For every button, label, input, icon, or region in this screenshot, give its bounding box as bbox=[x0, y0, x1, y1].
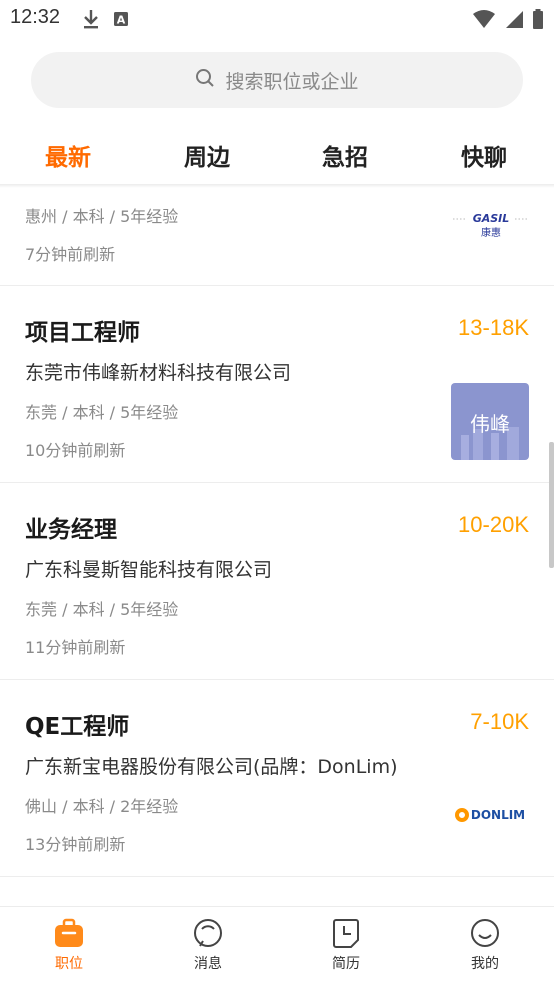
system-icons bbox=[472, 8, 544, 34]
company-logo-weifeng: 伟峰 bbox=[451, 383, 529, 460]
job-salary: 10-20K bbox=[458, 512, 529, 537]
tab-latest[interactable]: 最新 bbox=[45, 138, 91, 172]
nav-label: 职位 bbox=[55, 956, 83, 972]
job-requirements: 东莞 / 本科 / 5年经验 bbox=[25, 600, 179, 619]
nav-messages[interactable]: 消息 bbox=[168, 917, 248, 973]
job-card[interactable]: QE工程师 7-10K 广东新宝电器股份有限公司(品牌：DonLim) 佛山 /… bbox=[0, 680, 554, 877]
job-title: 业务经理 bbox=[25, 517, 117, 543]
category-tabs: 最新 周边 急招 快聊 bbox=[0, 130, 554, 182]
profile-icon bbox=[445, 917, 525, 949]
nav-resume[interactable]: 简历 bbox=[306, 917, 386, 973]
job-title: 项目工程师 bbox=[25, 320, 140, 346]
briefcase-icon bbox=[29, 917, 109, 949]
nav-label: 我的 bbox=[471, 956, 499, 972]
message-icon bbox=[168, 917, 248, 949]
tab-nearby[interactable]: 周边 bbox=[184, 138, 230, 172]
job-requirements: 惠州 / 本科 / 5年经验 bbox=[25, 207, 179, 226]
search-placeholder: 搜索职位或企业 bbox=[225, 70, 359, 93]
job-card[interactable]: 项目工程师 13-18K 东莞市伟峰新材料科技有限公司 东莞 / 本科 / 5年… bbox=[0, 286, 554, 483]
search-input[interactable]: 搜索职位或企业 bbox=[31, 52, 523, 108]
tab-urgent[interactable]: 急招 bbox=[322, 138, 368, 172]
job-title: QE工程师 bbox=[25, 714, 130, 740]
status-time: 12:32 bbox=[10, 6, 61, 28]
job-refresh-time: 10分钟前刷新 bbox=[25, 441, 126, 460]
job-refresh-time: 11分钟前刷新 bbox=[25, 638, 126, 657]
job-refresh-time: 7分钟前刷新 bbox=[25, 245, 116, 264]
search-icon bbox=[195, 68, 215, 92]
job-refresh-time: 13分钟前刷新 bbox=[25, 835, 126, 854]
list-scrollbar[interactable] bbox=[549, 442, 554, 568]
nav-profile[interactable]: 我的 bbox=[445, 917, 525, 973]
logo-text: 伟峰 bbox=[470, 412, 510, 436]
wifi-icon bbox=[472, 9, 496, 33]
svg-text:GASIL: GASIL bbox=[473, 212, 510, 225]
status-bar: 12:32 A bbox=[0, 0, 554, 38]
logo-text: 康惠 bbox=[481, 226, 501, 239]
signal-icon bbox=[504, 9, 524, 33]
job-requirements: 东莞 / 本科 / 5年经验 bbox=[25, 403, 179, 422]
job-salary: 7-10K bbox=[470, 709, 529, 734]
tab-quick-chat[interactable]: 快聊 bbox=[461, 138, 507, 172]
company-logo-kanghui: GASIL 康惠 bbox=[451, 202, 529, 246]
job-card[interactable]: 惠州 / 本科 / 5年经验 7分钟前刷新 GASIL 康惠 bbox=[0, 186, 554, 286]
company-name: 广东新宝电器股份有限公司(品牌：DonLim) bbox=[25, 756, 398, 778]
nav-jobs[interactable]: 职位 bbox=[29, 917, 109, 973]
job-card[interactable] bbox=[0, 877, 554, 906]
resume-icon bbox=[306, 917, 386, 949]
logo-text: DONLIM bbox=[470, 808, 526, 822]
bottom-nav: 职位 消息 简历 我的 bbox=[0, 906, 554, 984]
company-name: 广东科曼斯智能科技有限公司 bbox=[25, 559, 273, 581]
nav-label: 消息 bbox=[194, 956, 222, 972]
job-requirements: 佛山 / 本科 / 2年经验 bbox=[25, 797, 179, 816]
svg-text:A: A bbox=[117, 14, 126, 27]
keyboard-a-icon: A bbox=[112, 8, 130, 34]
nav-label: 简历 bbox=[332, 956, 360, 972]
download-icon bbox=[82, 8, 100, 34]
job-list[interactable]: 惠州 / 本科 / 5年经验 7分钟前刷新 GASIL 康惠 项目工程师 13-… bbox=[0, 186, 554, 906]
job-card[interactable]: 业务经理 10-20K 广东科曼斯智能科技有限公司 东莞 / 本科 / 5年经验… bbox=[0, 483, 554, 680]
company-logo-donlim: DONLIM bbox=[451, 802, 529, 828]
notification-icons: A bbox=[82, 8, 130, 34]
donlim-mark-icon bbox=[454, 808, 469, 822]
company-name: 东莞市伟峰新材料科技有限公司 bbox=[25, 362, 292, 384]
job-salary: 13-18K bbox=[458, 315, 529, 340]
battery-icon bbox=[532, 8, 544, 34]
